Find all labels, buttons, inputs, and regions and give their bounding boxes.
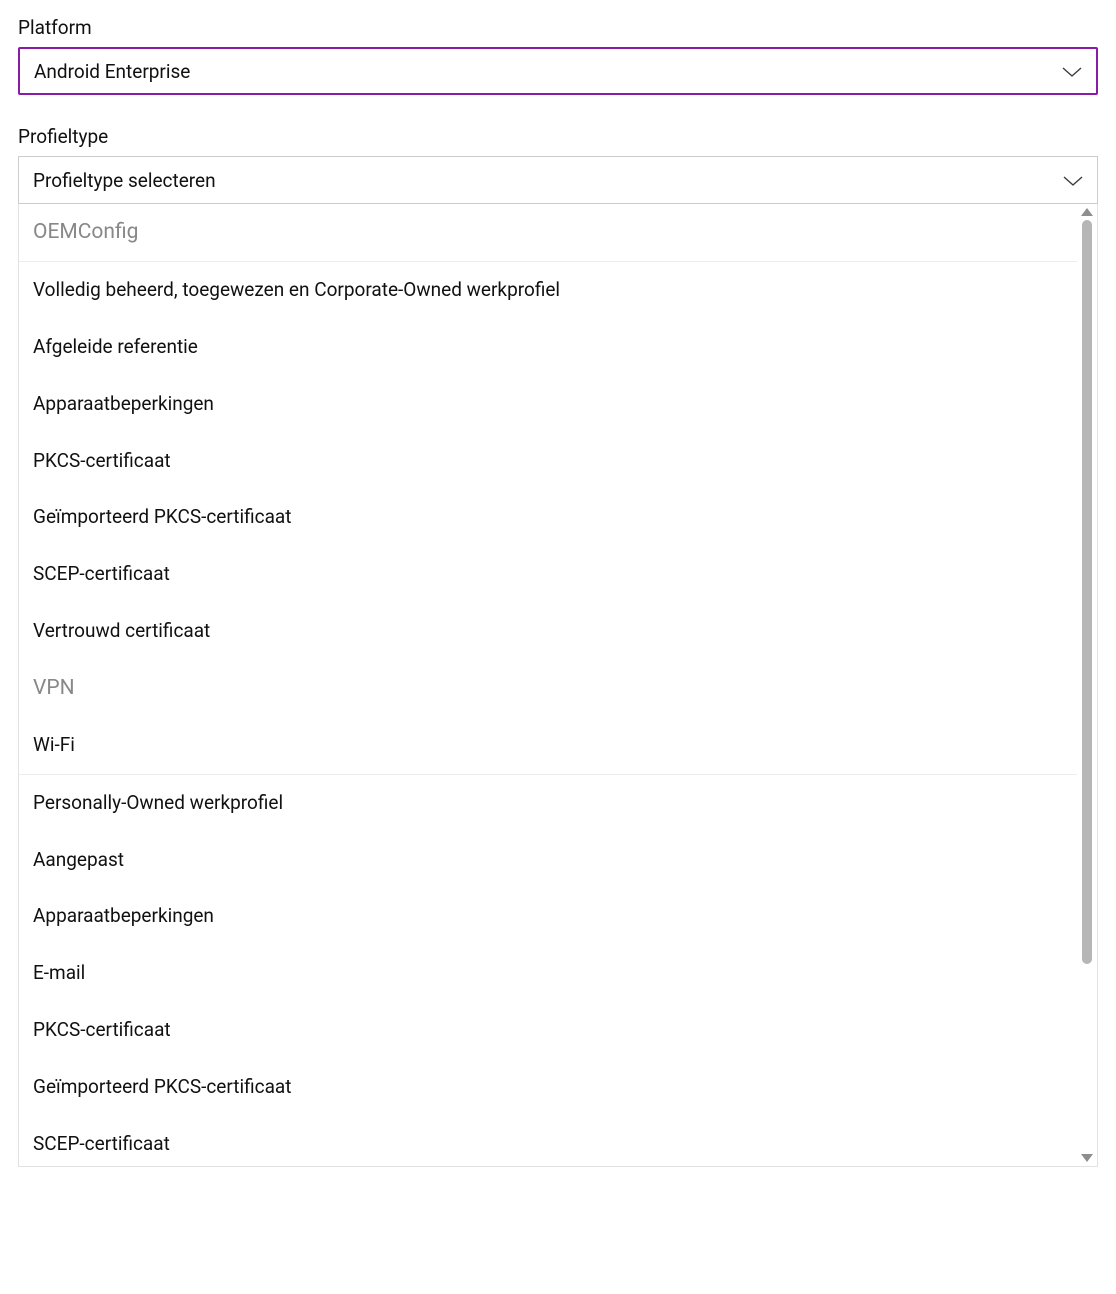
dropdown-option[interactable]: E-mail xyxy=(19,945,1077,1002)
platform-label: Platform xyxy=(18,16,1098,39)
dropdown-option[interactable]: PKCS-certificaat xyxy=(19,433,1077,490)
dropdown-group: OEMConfig xyxy=(19,204,1077,262)
dropdown-option[interactable]: SCEP-certificaat xyxy=(19,546,1077,603)
platform-select[interactable]: Android Enterprise xyxy=(18,47,1098,95)
profiletype-dropdown-list[interactable]: OEMConfigVolledig beheerd, toegewezen en… xyxy=(19,204,1077,1166)
dropdown-option[interactable]: Vertrouwd certificaat xyxy=(19,603,1077,660)
scrollbar-track[interactable] xyxy=(1082,220,1092,1150)
dropdown-option[interactable]: Personally-Owned werkprofiel xyxy=(19,775,1077,832)
dropdown-option[interactable]: Afgeleide referentie xyxy=(19,319,1077,376)
chevron-down-icon xyxy=(1063,169,1083,192)
dropdown-option[interactable]: SCEP-certificaat xyxy=(19,1116,1077,1166)
chevron-down-icon xyxy=(1062,60,1082,83)
dropdown-option[interactable]: PKCS-certificaat xyxy=(19,1002,1077,1059)
dropdown-option[interactable]: Geïmporteerd PKCS-certificaat xyxy=(19,1059,1077,1116)
profiletype-select-placeholder: Profieltype selecteren xyxy=(33,169,216,192)
dropdown-option[interactable]: Aangepast xyxy=(19,832,1077,889)
scrollbar-thumb[interactable] xyxy=(1082,220,1092,964)
scrollbar[interactable] xyxy=(1079,208,1095,1162)
dropdown-option[interactable]: Geïmporteerd PKCS-certificaat xyxy=(19,489,1077,546)
scroll-down-icon[interactable] xyxy=(1081,1154,1093,1162)
dropdown-option[interactable]: Apparaatbeperkingen xyxy=(19,888,1077,945)
dropdown-option[interactable]: Apparaatbeperkingen xyxy=(19,376,1077,433)
dropdown-group: VPN xyxy=(19,660,1077,717)
dropdown-option[interactable]: Wi-Fi xyxy=(19,717,1077,774)
platform-select-value: Android Enterprise xyxy=(34,60,190,83)
profiletype-dropdown-panel: OEMConfigVolledig beheerd, toegewezen en… xyxy=(18,204,1098,1167)
profiletype-select[interactable]: Profieltype selecteren xyxy=(18,156,1098,204)
dropdown-option[interactable]: Volledig beheerd, toegewezen en Corporat… xyxy=(19,262,1077,319)
profiletype-label: Profieltype xyxy=(18,125,1098,148)
scroll-up-icon[interactable] xyxy=(1081,208,1093,216)
